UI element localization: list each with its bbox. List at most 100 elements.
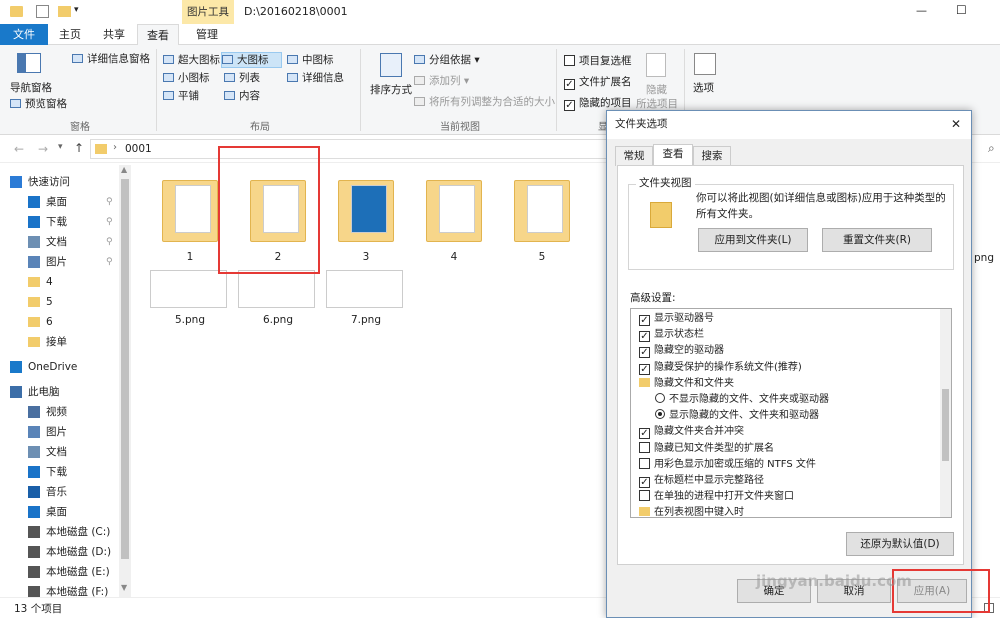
sidebar-item-12[interactable]: 图片 bbox=[0, 423, 118, 442]
folder-item[interactable]: 3 bbox=[336, 176, 396, 266]
layout-small-icons[interactable]: 小图标 bbox=[163, 71, 210, 85]
hide-selected-icon[interactable] bbox=[646, 53, 666, 77]
advanced-setting-item[interactable]: ✓ 在标题栏中显示完整路径 bbox=[639, 473, 764, 489]
file-item[interactable]: 5.png bbox=[150, 270, 230, 328]
nav-scrollbar[interactable]: ▲ ▼ bbox=[119, 165, 131, 597]
layout-list[interactable]: 列表 bbox=[224, 71, 260, 85]
tab-general[interactable]: 常规 bbox=[615, 146, 653, 166]
up-arrow-icon[interactable]: ↑ bbox=[74, 141, 84, 155]
tab-share[interactable]: 共享 bbox=[96, 24, 132, 45]
sidebar-item-1[interactable]: 桌面 ⚲ bbox=[0, 193, 118, 212]
item-checkboxes-toggle[interactable]: 项目复选框 bbox=[564, 54, 632, 68]
group-by-button[interactable]: 分组依据 ▾ bbox=[414, 53, 480, 67]
reset-folders-button[interactable]: 重置文件夹(R) bbox=[822, 228, 932, 252]
restore-defaults-button[interactable]: 还原为默认值(D) bbox=[846, 532, 954, 556]
sidebar-item-16[interactable]: 桌面 bbox=[0, 503, 118, 522]
sidebar-item-7[interactable]: 6 bbox=[0, 313, 118, 332]
new-folder-icon[interactable] bbox=[58, 6, 71, 17]
sort-by-icon[interactable] bbox=[380, 53, 402, 77]
options-icon[interactable] bbox=[694, 53, 716, 75]
details-pane-button[interactable]: 详细信息窗格 bbox=[72, 52, 150, 66]
forward-arrow-icon[interactable]: → bbox=[38, 142, 48, 156]
advanced-setting-item[interactable]: ✓ 隐藏空的驱动器 bbox=[639, 343, 724, 359]
sidebar-item-15[interactable]: 音乐 bbox=[0, 483, 118, 502]
tab-file[interactable]: 文件 bbox=[0, 24, 48, 45]
sidebar-item-19[interactable]: 本地磁盘 (E:) bbox=[0, 563, 118, 582]
advanced-setting-item[interactable]: 用彩色显示加密或压缩的 NTFS 文件 bbox=[639, 457, 816, 473]
sidebar-item-8[interactable]: 接单 bbox=[0, 333, 118, 352]
sidebar-item-3[interactable]: 文档 ⚲ bbox=[0, 233, 118, 252]
scroll-down-icon[interactable]: ▼ bbox=[121, 583, 127, 592]
advanced-scroll-thumb[interactable] bbox=[942, 389, 949, 461]
folder-item[interactable]: 4 bbox=[424, 176, 484, 266]
tab-view[interactable]: 查看 bbox=[137, 24, 179, 46]
add-columns-button[interactable]: 添加列 ▾ bbox=[414, 74, 469, 88]
layout-details[interactable]: 详细信息 bbox=[287, 71, 344, 85]
advanced-setting-item[interactable]: 隐藏文件和文件夹 bbox=[639, 376, 734, 392]
tab-manage[interactable]: 管理 bbox=[184, 24, 230, 45]
layout-content[interactable]: 内容 bbox=[224, 89, 260, 103]
breadcrumb-separator-icon: › bbox=[113, 142, 117, 153]
folder-item[interactable]: 5 bbox=[512, 176, 572, 266]
sort-by-button[interactable]: 排序方式 bbox=[370, 83, 412, 97]
advanced-list-scrollbar[interactable] bbox=[940, 309, 951, 517]
layout-large-icons[interactable]: 大图标 bbox=[221, 52, 282, 68]
medium-icons-label: 中图标 bbox=[302, 54, 334, 66]
sidebar-item-9[interactable]: OneDrive bbox=[0, 358, 118, 377]
address-field[interactable]: › 0001 bbox=[90, 139, 610, 159]
size-columns-label: 将所有列调整为合适的大小 bbox=[429, 96, 555, 108]
sidebar-item-0[interactable]: 快速访问 bbox=[0, 173, 118, 192]
apply-to-folders-button[interactable]: 应用到文件夹(L) bbox=[698, 228, 808, 252]
size-all-columns-button[interactable]: 将所有列调整为合适的大小 bbox=[414, 95, 555, 109]
tab-home[interactable]: 主页 bbox=[52, 24, 88, 45]
sidebar-item-10[interactable]: 此电脑 bbox=[0, 383, 118, 402]
advanced-setting-item[interactable]: 在列表视图中键入时 bbox=[639, 505, 744, 517]
advanced-setting-item[interactable]: 不显示隐藏的文件、文件夹或驱动器 bbox=[655, 392, 829, 408]
navigation-pane-icon[interactable] bbox=[17, 53, 41, 73]
tab-view[interactable]: 查看 bbox=[653, 144, 693, 166]
sidebar-item-11[interactable]: 视频 bbox=[0, 403, 118, 422]
sidebar-item-4[interactable]: 图片 ⚲ bbox=[0, 253, 118, 272]
maximize-button[interactable]: ☐ bbox=[956, 3, 967, 17]
layout-tiles[interactable]: 平铺 bbox=[163, 89, 199, 103]
back-arrow-icon[interactable]: ← bbox=[14, 142, 24, 156]
qat-dropdown-icon[interactable]: ▾ bbox=[74, 5, 79, 15]
file-extensions-toggle[interactable]: ✓ 文件扩展名 bbox=[564, 75, 632, 90]
hidden-items-toggle[interactable]: ✓ 隐藏的项目 bbox=[564, 96, 632, 111]
file-item[interactable]: 7.png bbox=[326, 270, 406, 328]
recent-locations-icon[interactable]: ▾ bbox=[58, 142, 63, 152]
breadcrumb[interactable]: 0001 bbox=[125, 143, 152, 155]
folder-item[interactable]: 1 bbox=[160, 176, 220, 266]
minimize-button[interactable]: — bbox=[916, 4, 927, 17]
dialog-close-button[interactable]: ✕ bbox=[951, 111, 961, 137]
advanced-setting-item[interactable]: ✓ 隐藏文件夹合并冲突 bbox=[639, 424, 744, 440]
layout-extra-large-icons[interactable]: 超大图标 bbox=[163, 53, 220, 67]
advanced-setting-item[interactable]: ✓ 显示驱动器号 bbox=[639, 311, 714, 327]
search-icon[interactable]: ⌕ bbox=[988, 141, 995, 156]
advanced-setting-item[interactable]: 隐藏已知文件类型的扩展名 bbox=[639, 441, 774, 457]
download-icon bbox=[28, 216, 40, 228]
sidebar-item-18[interactable]: 本地磁盘 (D:) bbox=[0, 543, 118, 562]
scroll-up-icon[interactable]: ▲ bbox=[121, 165, 127, 174]
sidebar-item-13[interactable]: 文档 bbox=[0, 443, 118, 462]
file-extensions-checkbox: ✓ bbox=[564, 79, 575, 90]
properties-icon[interactable] bbox=[36, 5, 49, 18]
advanced-setting-item[interactable]: 在单独的进程中打开文件夹窗口 bbox=[639, 489, 794, 505]
navigation-pane-button[interactable]: 导航窗格 bbox=[10, 81, 52, 95]
sidebar-item-5[interactable]: 4 bbox=[0, 273, 118, 292]
video-icon bbox=[28, 406, 40, 418]
sidebar-item-14[interactable]: 下载 bbox=[0, 463, 118, 482]
advanced-setting-item[interactable]: ✓ 显示状态栏 bbox=[639, 327, 704, 343]
sidebar-item-2[interactable]: 下载 ⚲ bbox=[0, 213, 118, 232]
advanced-settings-list[interactable]: ✓ 显示驱动器号 ✓ 显示状态栏 ✓ 隐藏空的驱动器 ✓ 隐藏受保护的操作系统文件(推荐) 隐藏… bbox=[630, 308, 952, 518]
advanced-setting-item[interactable]: 显示隐藏的文件、文件夹和驱动器 bbox=[655, 408, 819, 424]
preview-pane-button[interactable]: 预览窗格 bbox=[10, 97, 67, 111]
scroll-thumb[interactable] bbox=[121, 179, 129, 559]
advanced-setting-item[interactable]: ✓ 隐藏受保护的操作系统文件(推荐) bbox=[639, 360, 802, 376]
tab-search[interactable]: 搜索 bbox=[693, 146, 731, 166]
layout-medium-icons[interactable]: 中图标 bbox=[287, 53, 334, 67]
sidebar-item-6[interactable]: 5 bbox=[0, 293, 118, 312]
options-button[interactable]: 选项 bbox=[693, 81, 714, 95]
sidebar-item-17[interactable]: 本地磁盘 (C:) bbox=[0, 523, 118, 542]
file-item[interactable]: 6.png bbox=[238, 270, 318, 328]
